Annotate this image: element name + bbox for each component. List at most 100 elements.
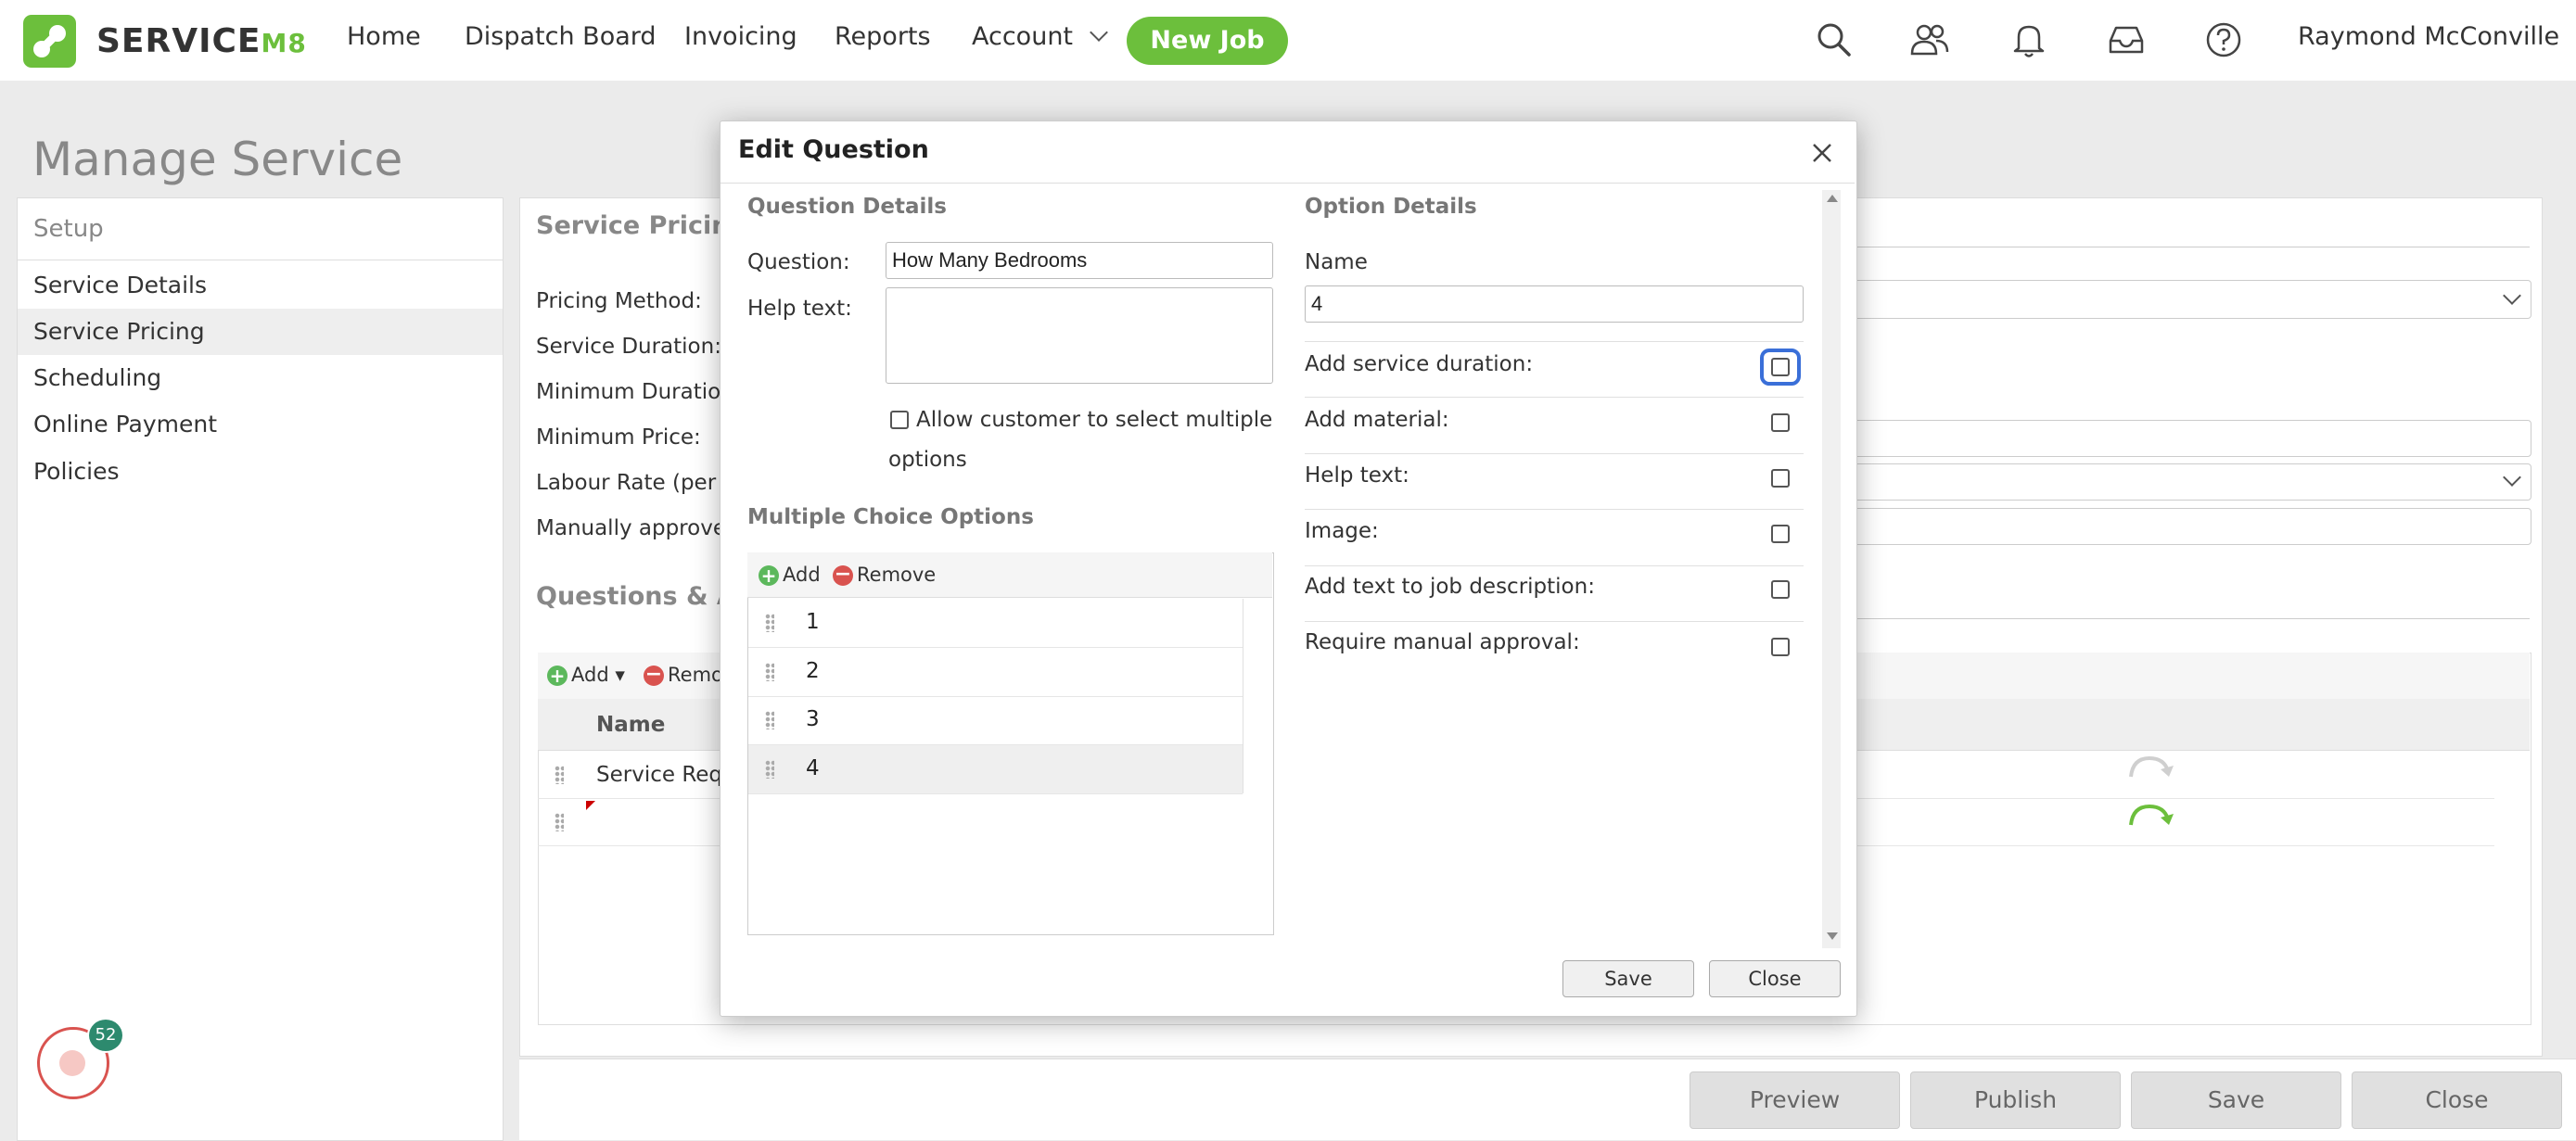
dialog-title: Edit Question	[738, 135, 929, 164]
scroll-down-icon[interactable]	[1827, 932, 1838, 940]
drag-handle-icon[interactable]	[765, 711, 774, 729]
inbox-icon[interactable]	[2105, 19, 2148, 61]
close-button[interactable]: Close	[2352, 1071, 2562, 1129]
dialog-scrollbar[interactable]	[1822, 190, 1841, 948]
remove-icon: −	[644, 666, 664, 686]
help-text-input[interactable]	[886, 287, 1273, 384]
question-input[interactable]	[886, 242, 1273, 279]
search-icon[interactable]	[1813, 19, 1855, 61]
dialog-save-button[interactable]: Save	[1562, 960, 1694, 997]
bell-icon[interactable]	[2008, 19, 2050, 61]
name-label: Name	[1305, 250, 1368, 274]
top-navbar: SERVICEM8 Home Dispatch Board Invoicing …	[0, 0, 2576, 81]
redo-arrow-icon[interactable]	[2123, 753, 2175, 784]
pricing-method-select[interactable]	[1836, 280, 2531, 319]
nav-account[interactable]: Account	[972, 22, 1105, 51]
page-title: Manage Service	[32, 133, 402, 186]
add-service-duration-checkbox[interactable]	[1771, 358, 1790, 376]
option-details-title: Option Details	[1305, 195, 1477, 219]
dirty-marker-icon	[586, 801, 595, 810]
sidebar-item-scheduling[interactable]: Scheduling	[18, 355, 503, 401]
scroll-up-icon[interactable]	[1827, 195, 1838, 202]
pricing-method-label: Pricing Method:	[536, 289, 702, 313]
row-divider	[1305, 397, 1804, 398]
chat-widget-icon	[59, 1050, 85, 1076]
drag-handle-icon[interactable]	[765, 663, 774, 681]
list-item[interactable]: 1	[748, 599, 1243, 648]
questions-remove-button[interactable]: −Remo	[644, 664, 723, 686]
nav-dispatch-board[interactable]: Dispatch Board	[465, 22, 657, 51]
user-name: Raymond McConville	[2298, 22, 2559, 51]
minimum-price-field[interactable]	[1836, 420, 2531, 457]
new-job-button[interactable]: New Job	[1127, 17, 1288, 65]
multiple-choice-toolbar	[747, 552, 1272, 598]
question-label: Question:	[747, 250, 850, 274]
close-icon[interactable]	[1808, 139, 1836, 167]
drag-handle-icon[interactable]	[765, 614, 774, 632]
add-job-description-checkbox[interactable]	[1771, 580, 1790, 599]
labour-rate-select[interactable]	[1836, 463, 2531, 501]
image-label: Image:	[1305, 519, 1379, 543]
nav-account-label: Account	[972, 22, 1073, 51]
help-icon[interactable]	[2202, 19, 2245, 61]
notification-badge: 52	[87, 1018, 124, 1053]
sidebar-item-policies[interactable]: Policies	[18, 449, 503, 495]
allow-multiple-label: Allow customer to select multiple	[916, 408, 1272, 432]
allow-multiple-label-cont: options	[888, 448, 967, 472]
option-value: 3	[806, 707, 820, 731]
redo-arrow-icon[interactable]	[2123, 801, 2175, 832]
option-help-text-checkbox[interactable]	[1771, 469, 1790, 488]
chevron-down-icon	[1090, 23, 1108, 42]
option-name-input[interactable]	[1305, 285, 1804, 323]
option-add-button[interactable]: +Add	[759, 564, 821, 586]
row-divider	[1305, 565, 1804, 566]
publish-button[interactable]: Publish	[1910, 1071, 2121, 1129]
preview-button[interactable]: Preview	[1690, 1071, 1900, 1129]
manual-approve-field[interactable]	[1836, 508, 2531, 545]
row-divider	[1305, 621, 1804, 622]
row-divider	[1305, 509, 1804, 510]
user-menu[interactable]: Raymond McConville	[2298, 22, 2576, 51]
drag-handle-icon[interactable]	[555, 813, 564, 831]
require-manual-approval-checkbox[interactable]	[1771, 638, 1790, 656]
setup-sidebar: Setup Service Details Service Pricing Sc…	[17, 197, 504, 1141]
multiple-choice-title: Multiple Choice Options	[747, 505, 1034, 529]
nav-reports[interactable]: Reports	[835, 22, 931, 51]
question-details-title: Question Details	[747, 195, 947, 219]
save-button[interactable]: Save	[2131, 1071, 2341, 1129]
add-material-checkbox[interactable]	[1771, 413, 1790, 432]
dialog-close-button[interactable]: Close	[1709, 960, 1841, 997]
require-manual-approval-label: Require manual approval:	[1305, 630, 1580, 654]
image-checkbox[interactable]	[1771, 525, 1790, 543]
add-service-duration-label: Add service duration:	[1305, 352, 1533, 376]
list-item-selected[interactable]: 4	[748, 745, 1243, 794]
drag-handle-icon[interactable]	[765, 760, 774, 779]
nav-invoicing[interactable]: Invoicing	[684, 22, 797, 51]
sidebar-item-service-pricing[interactable]: Service Pricing	[18, 309, 503, 355]
logo-icon[interactable]	[23, 15, 76, 68]
add-material-label: Add material:	[1305, 408, 1449, 432]
remove-icon: −	[833, 565, 853, 586]
add-icon: +	[759, 565, 779, 586]
service-duration-label: Service Duration:	[536, 335, 721, 359]
drag-handle-icon[interactable]	[555, 766, 564, 784]
questions-add-button[interactable]: +Add ▾	[547, 664, 625, 686]
list-item[interactable]: 3	[748, 696, 1243, 745]
nav-home[interactable]: Home	[347, 22, 421, 51]
row-divider	[1305, 453, 1804, 454]
section-divider	[1845, 618, 2530, 619]
option-help-text-label: Help text:	[1305, 463, 1409, 488]
sidebar-item-service-details[interactable]: Service Details	[18, 262, 503, 309]
option-value: 2	[806, 659, 820, 683]
sidebar-header: Setup	[18, 198, 503, 260]
sidebar-item-online-payment[interactable]: Online Payment	[18, 401, 503, 448]
minimum-duration-label: Minimum Duration:	[536, 380, 742, 404]
people-icon[interactable]	[1908, 19, 1951, 61]
allow-multiple-checkbox[interactable]	[890, 411, 909, 429]
option-remove-button[interactable]: −Remove	[833, 564, 936, 586]
add-icon: +	[547, 666, 567, 686]
option-value: 4	[806, 756, 820, 780]
list-item[interactable]: 2	[748, 648, 1243, 697]
dialog-divider	[721, 183, 1855, 184]
add-job-description-label: Add text to job description:	[1305, 575, 1595, 599]
